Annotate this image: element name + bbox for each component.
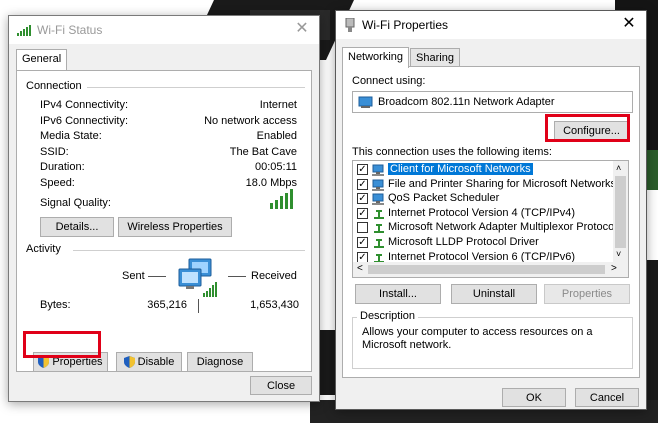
bytes-sent-value: 365,216 (147, 299, 187, 311)
details-button[interactable]: Details... (40, 217, 114, 237)
adapter-name: Broadcom 802.11n Network Adapter (378, 96, 555, 108)
detail-value: 00:05:11 (254, 161, 297, 173)
detail-value: 18.0 Mbps (245, 177, 297, 189)
protocol-icon (374, 224, 384, 233)
items-list: ✓ Client for Microsoft Networks ✓ File and … (352, 160, 629, 278)
item-checkbox[interactable] (357, 222, 368, 233)
wifi-signal-icon (17, 24, 31, 36)
signal-quality-label: Signal Quality: (40, 197, 111, 209)
scroll-left-icon[interactable]: < (357, 263, 363, 274)
detail-label: Media State: (40, 130, 102, 142)
install-button[interactable]: Install... (355, 284, 441, 304)
network-computers-icon (178, 258, 217, 297)
network-service-icon (372, 193, 384, 205)
detail-value: No network access (204, 115, 297, 127)
network-service-icon (372, 164, 384, 176)
signal-strength-icon (270, 189, 293, 209)
connection-group-label: Connection (23, 80, 85, 92)
network-adapter-icon (345, 18, 355, 32)
network-adapter-icon (358, 96, 373, 108)
diagnose-button[interactable]: Diagnose (187, 352, 253, 372)
items-label: This connection uses the following items… (352, 146, 552, 158)
general-panel: Connection IPv4 Connectivity: Internet IPv… (16, 70, 312, 372)
item-properties-button: Properties (544, 284, 630, 304)
tab-sharing[interactable]: Sharing (410, 48, 460, 67)
item-checkbox[interactable]: ✓ (357, 208, 368, 219)
detail-value: Internet (259, 99, 297, 111)
detail-label: Speed: (40, 177, 75, 189)
detail-label: IPv6 Connectivity: (40, 115, 129, 127)
scrollbar-thumb[interactable] (615, 176, 626, 248)
h-scrollbar-thumb[interactable] (368, 265, 605, 274)
status-titlebar[interactable]: Wi-Fi Status ✕ (9, 16, 319, 44)
detail-label: IPv4 Connectivity: (40, 99, 129, 111)
detail-value: Enabled (256, 130, 297, 142)
list-item[interactable]: Internet Protocol Version 4 (TCP/IPv4) (388, 207, 575, 219)
window-title: Wi-Fi Status (37, 23, 103, 37)
wifi-properties-window: Wi-Fi Properties ✕ Networking Sharing Co… (335, 10, 647, 410)
detail-value: The Bat Cave (229, 146, 297, 158)
list-item[interactable]: Client for Microsoft Networks (388, 163, 533, 175)
networking-panel: Connect using: Broadcom 802.11n Network … (342, 66, 640, 378)
tab-networking[interactable]: Networking (342, 47, 410, 68)
list-item[interactable]: Microsoft Network Adapter Multiplexor Pr… (388, 221, 617, 233)
cancel-button[interactable]: Cancel (575, 388, 639, 407)
adapter-field: Broadcom 802.11n Network Adapter (352, 91, 633, 113)
close-icon[interactable]: ✕ (620, 15, 638, 33)
description-text: Allows your computer to access resources… (362, 326, 593, 351)
close-button[interactable]: Close (250, 376, 312, 395)
sent-label: Sent (122, 270, 145, 282)
configure-highlight (545, 114, 630, 142)
description-label: Description (357, 310, 419, 322)
connect-using-label: Connect using: (352, 75, 426, 87)
protocol-icon (374, 210, 384, 219)
bytes-label: Bytes: (40, 299, 71, 311)
activity-group-label: Activity (23, 243, 64, 255)
list-item[interactable]: File and Printer Sharing for Microsoft N… (388, 178, 616, 190)
ok-button[interactable]: OK (502, 388, 566, 407)
scroll-right-icon[interactable]: > (611, 263, 617, 274)
uninstall-button[interactable]: Uninstall (451, 284, 537, 304)
disable-button[interactable]: Disable (116, 352, 182, 372)
shield-icon (123, 356, 135, 368)
properties-highlight (23, 331, 101, 358)
item-checkbox[interactable]: ✓ (357, 179, 368, 190)
disable-button-label: Disable (137, 356, 175, 368)
item-checkbox[interactable]: ✓ (357, 193, 368, 204)
horizontal-scrollbar[interactable]: < > (353, 262, 628, 277)
tab-general[interactable]: General (16, 49, 68, 70)
list-item[interactable]: QoS Packet Scheduler (388, 192, 499, 204)
detail-label: SSID: (40, 146, 69, 158)
scroll-down-icon[interactable]: ˅ (616, 249, 621, 259)
network-service-icon (372, 179, 384, 191)
scroll-up-icon[interactable]: ˄ (616, 163, 621, 173)
close-icon[interactable]: ✕ (293, 20, 311, 38)
properties-titlebar[interactable]: Wi-Fi Properties ✕ (336, 11, 646, 39)
received-label: Received (251, 270, 297, 282)
vertical-scrollbar[interactable]: ˄ ˅ (613, 161, 628, 263)
wireless-properties-button[interactable]: Wireless Properties (118, 217, 232, 237)
window-title: Wi-Fi Properties (362, 18, 449, 32)
bytes-received-value: 1,653,430 (250, 299, 299, 311)
item-checkbox[interactable]: ✓ (357, 164, 368, 175)
list-item[interactable]: Microsoft LLDP Protocol Driver (388, 236, 539, 248)
protocol-icon (374, 239, 384, 248)
detail-label: Duration: (40, 161, 85, 173)
item-checkbox[interactable]: ✓ (357, 237, 368, 248)
